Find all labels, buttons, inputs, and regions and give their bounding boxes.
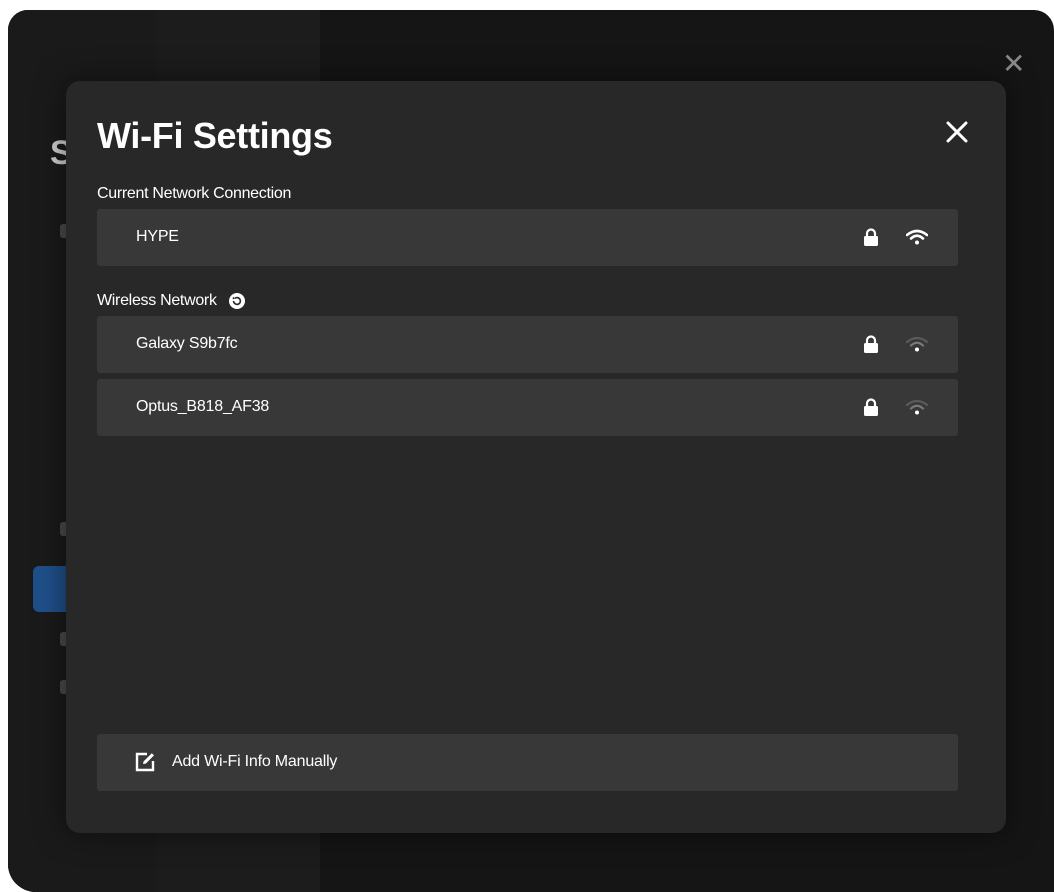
- background-close-icon[interactable]: ✕: [1002, 50, 1025, 78]
- wireless-network-label-text: Wireless Network: [97, 292, 217, 309]
- network-name: HYPE: [136, 228, 179, 245]
- lock-icon: [864, 398, 878, 416]
- current-network-row[interactable]: HYPE: [97, 209, 958, 266]
- network-row-optus[interactable]: Optus_B818_AF38: [97, 379, 958, 436]
- network-name: Optus_B818_AF38: [136, 398, 270, 415]
- dialog-title: Wi-Fi Settings: [97, 115, 333, 156]
- network-name: Galaxy S9b7fc: [136, 335, 238, 352]
- lock-icon: [864, 228, 878, 246]
- current-network-section-label: Current Network Connection: [97, 185, 291, 203]
- refresh-icon[interactable]: [228, 293, 245, 309]
- current-network-label-text: Current Network Connection: [97, 185, 292, 202]
- wireless-network-section-label: Wireless Network: [97, 292, 245, 310]
- add-wifi-manually-button[interactable]: Add Wi-Fi Info Manually: [97, 734, 958, 791]
- wifi-signal-weak-icon: [906, 399, 928, 415]
- wifi-settings-dialog: Wi-Fi Settings Current Network Connectio…: [66, 81, 1006, 833]
- wifi-signal-full-icon: [906, 229, 928, 245]
- lock-icon: [864, 335, 878, 353]
- close-icon[interactable]: [942, 117, 972, 147]
- add-wifi-manually-label: Add Wi-Fi Info Manually: [172, 753, 338, 770]
- network-row-galaxy[interactable]: Galaxy S9b7fc: [97, 316, 958, 373]
- edit-icon: [135, 752, 155, 772]
- wifi-signal-weak-icon: [906, 336, 928, 352]
